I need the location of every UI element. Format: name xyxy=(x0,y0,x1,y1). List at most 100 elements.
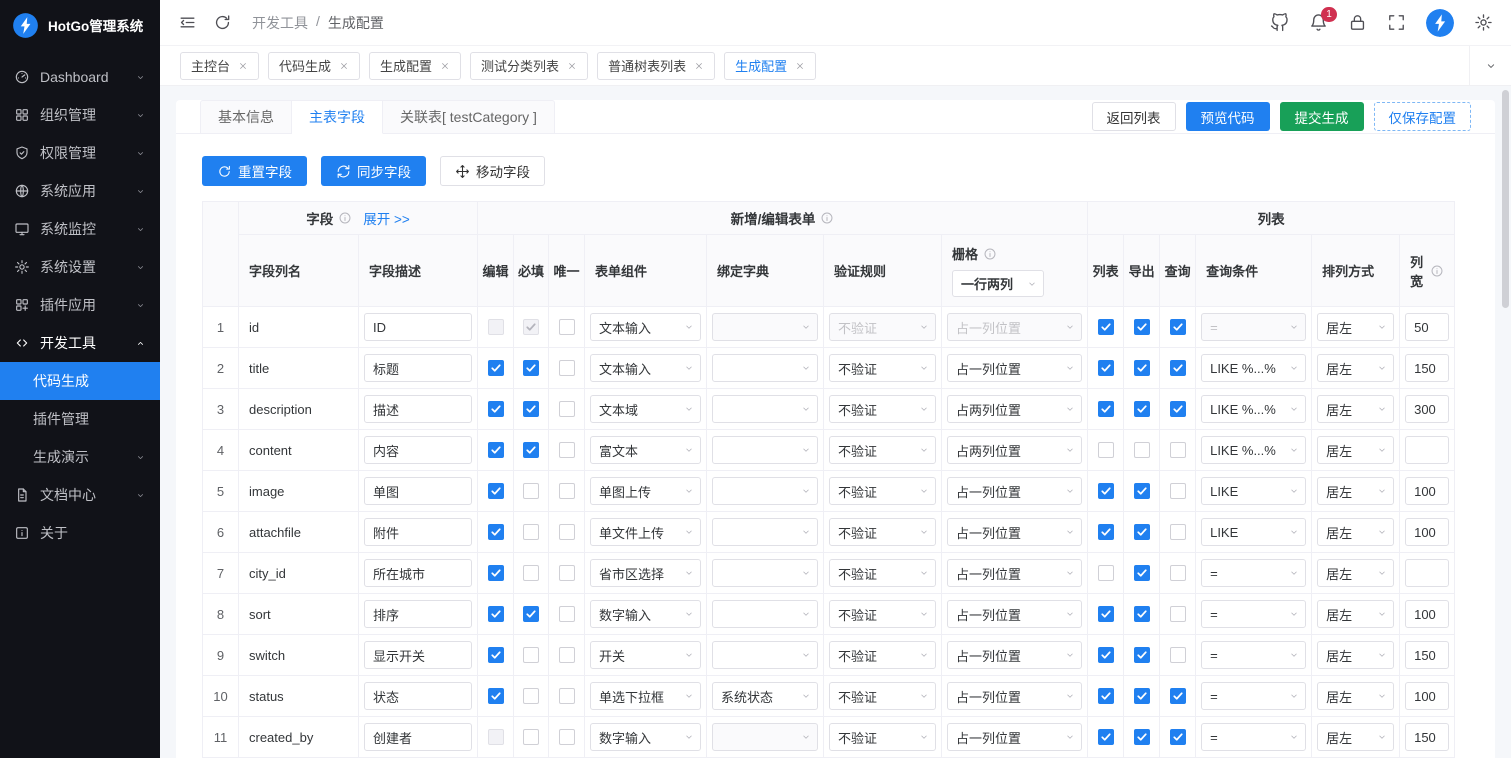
align-select[interactable]: 居左 xyxy=(1317,600,1394,628)
component-select[interactable]: 省市区选择 xyxy=(590,559,701,587)
list-checkbox[interactable] xyxy=(1098,524,1114,540)
edit-checkbox[interactable] xyxy=(488,401,504,417)
rule-select[interactable]: 不验证 xyxy=(829,600,936,628)
col-width-input[interactable] xyxy=(1405,600,1449,628)
page-scrollbar[interactable] xyxy=(1502,90,1509,308)
required-checkbox[interactable] xyxy=(523,606,539,622)
field-desc-input[interactable] xyxy=(364,518,472,546)
unique-checkbox[interactable] xyxy=(559,401,575,417)
query-cond-select[interactable]: = xyxy=(1201,641,1306,669)
export-checkbox[interactable] xyxy=(1134,729,1150,745)
rule-select[interactable]: 不验证 xyxy=(829,723,936,751)
list-checkbox[interactable] xyxy=(1098,401,1114,417)
unique-checkbox[interactable] xyxy=(559,606,575,622)
align-select[interactable]: 居左 xyxy=(1317,559,1394,587)
list-checkbox[interactable] xyxy=(1098,360,1114,376)
edit-checkbox[interactable] xyxy=(488,606,504,622)
query-cond-select[interactable]: = xyxy=(1201,559,1306,587)
close-icon[interactable] xyxy=(567,61,577,71)
query-cond-select[interactable]: = xyxy=(1201,600,1306,628)
query-cond-select[interactable]: LIKE %...% xyxy=(1201,395,1306,423)
component-select[interactable]: 数字输入 xyxy=(590,723,701,751)
rule-select[interactable]: 不验证 xyxy=(829,313,936,341)
action-button[interactable]: 仅保存配置 xyxy=(1374,102,1472,131)
col-width-input[interactable] xyxy=(1405,723,1449,751)
grid-select[interactable]: 占两列位置 xyxy=(947,395,1082,423)
query-checkbox[interactable] xyxy=(1170,606,1186,622)
opened-page-tab[interactable]: 普通树表列表 xyxy=(597,52,715,80)
rule-select[interactable]: 不验证 xyxy=(829,682,936,710)
dict-select[interactable] xyxy=(712,395,818,423)
close-icon[interactable] xyxy=(440,61,450,71)
sidebar-item[interactable]: 文档中心 xyxy=(0,476,160,514)
unique-checkbox[interactable] xyxy=(559,483,575,499)
col-width-input[interactable] xyxy=(1405,559,1449,587)
toolbar-button[interactable]: 同步字段 xyxy=(321,156,426,186)
edit-checkbox[interactable] xyxy=(488,483,504,499)
col-width-input[interactable] xyxy=(1405,641,1449,669)
sidebar-item[interactable]: 开发工具 xyxy=(0,324,160,362)
opened-page-tab[interactable]: 主控台 xyxy=(180,52,259,80)
field-desc-input[interactable] xyxy=(364,723,472,751)
close-icon[interactable] xyxy=(694,61,704,71)
required-checkbox[interactable] xyxy=(523,565,539,581)
align-select[interactable]: 居左 xyxy=(1317,641,1394,669)
col-width-input[interactable] xyxy=(1405,477,1449,505)
query-cond-select[interactable]: LIKE xyxy=(1201,477,1306,505)
query-checkbox[interactable] xyxy=(1170,401,1186,417)
export-checkbox[interactable] xyxy=(1134,442,1150,458)
grid-select[interactable]: 占一列位置 xyxy=(947,641,1082,669)
sidebar-item[interactable]: 插件应用 xyxy=(0,286,160,324)
app-logo[interactable]: HotGo管理系统 xyxy=(0,0,160,50)
list-checkbox[interactable] xyxy=(1098,647,1114,663)
component-select[interactable]: 文本输入 xyxy=(590,354,701,382)
component-select[interactable]: 富文本 xyxy=(590,436,701,464)
unique-checkbox[interactable] xyxy=(559,729,575,745)
list-checkbox[interactable] xyxy=(1098,442,1114,458)
component-select[interactable]: 单选下拉框 xyxy=(590,682,701,710)
component-select[interactable]: 开关 xyxy=(590,641,701,669)
edit-checkbox[interactable] xyxy=(488,647,504,663)
component-select[interactable]: 文本输入 xyxy=(590,313,701,341)
query-checkbox[interactable] xyxy=(1170,565,1186,581)
tabbar-dropdown[interactable] xyxy=(1469,46,1511,85)
close-icon[interactable] xyxy=(339,61,349,71)
query-checkbox[interactable] xyxy=(1170,442,1186,458)
toolbar-button[interactable]: 移动字段 xyxy=(440,156,545,186)
github-icon[interactable] xyxy=(1270,13,1289,32)
align-select[interactable]: 居左 xyxy=(1317,436,1394,464)
sidebar-item[interactable]: 权限管理 xyxy=(0,134,160,172)
edit-checkbox[interactable] xyxy=(488,565,504,581)
rule-select[interactable]: 不验证 xyxy=(829,436,936,464)
align-select[interactable]: 居左 xyxy=(1317,313,1394,341)
config-tab[interactable]: 基本信息 xyxy=(200,100,292,134)
component-select[interactable]: 数字输入 xyxy=(590,600,701,628)
sidebar-item[interactable]: 系统监控 xyxy=(0,210,160,248)
fullscreen-icon[interactable] xyxy=(1387,13,1406,32)
grid-select[interactable]: 占一列位置 xyxy=(947,723,1082,751)
dict-select[interactable] xyxy=(712,313,818,341)
component-select[interactable]: 文本域 xyxy=(590,395,701,423)
grid-select[interactable]: 占一列位置 xyxy=(947,313,1082,341)
export-checkbox[interactable] xyxy=(1134,319,1150,335)
align-select[interactable]: 居左 xyxy=(1317,518,1394,546)
required-checkbox[interactable] xyxy=(523,524,539,540)
lock-icon[interactable] xyxy=(1348,13,1367,32)
required-checkbox[interactable] xyxy=(523,319,539,335)
dict-select[interactable] xyxy=(712,477,818,505)
query-checkbox[interactable] xyxy=(1170,483,1186,499)
query-checkbox[interactable] xyxy=(1170,688,1186,704)
dict-select[interactable] xyxy=(712,354,818,382)
list-checkbox[interactable] xyxy=(1098,729,1114,745)
sidebar-item[interactable]: 关于 xyxy=(0,514,160,552)
required-checkbox[interactable] xyxy=(523,647,539,663)
query-checkbox[interactable] xyxy=(1170,319,1186,335)
opened-page-tab[interactable]: 代码生成 xyxy=(268,52,360,80)
query-cond-select[interactable]: LIKE xyxy=(1201,518,1306,546)
close-icon[interactable] xyxy=(238,61,248,71)
export-checkbox[interactable] xyxy=(1134,401,1150,417)
grid-select[interactable]: 占一列位置 xyxy=(947,600,1082,628)
expand-link[interactable]: 展开 >> xyxy=(363,208,410,228)
rule-select[interactable]: 不验证 xyxy=(829,395,936,423)
rule-select[interactable]: 不验证 xyxy=(829,518,936,546)
